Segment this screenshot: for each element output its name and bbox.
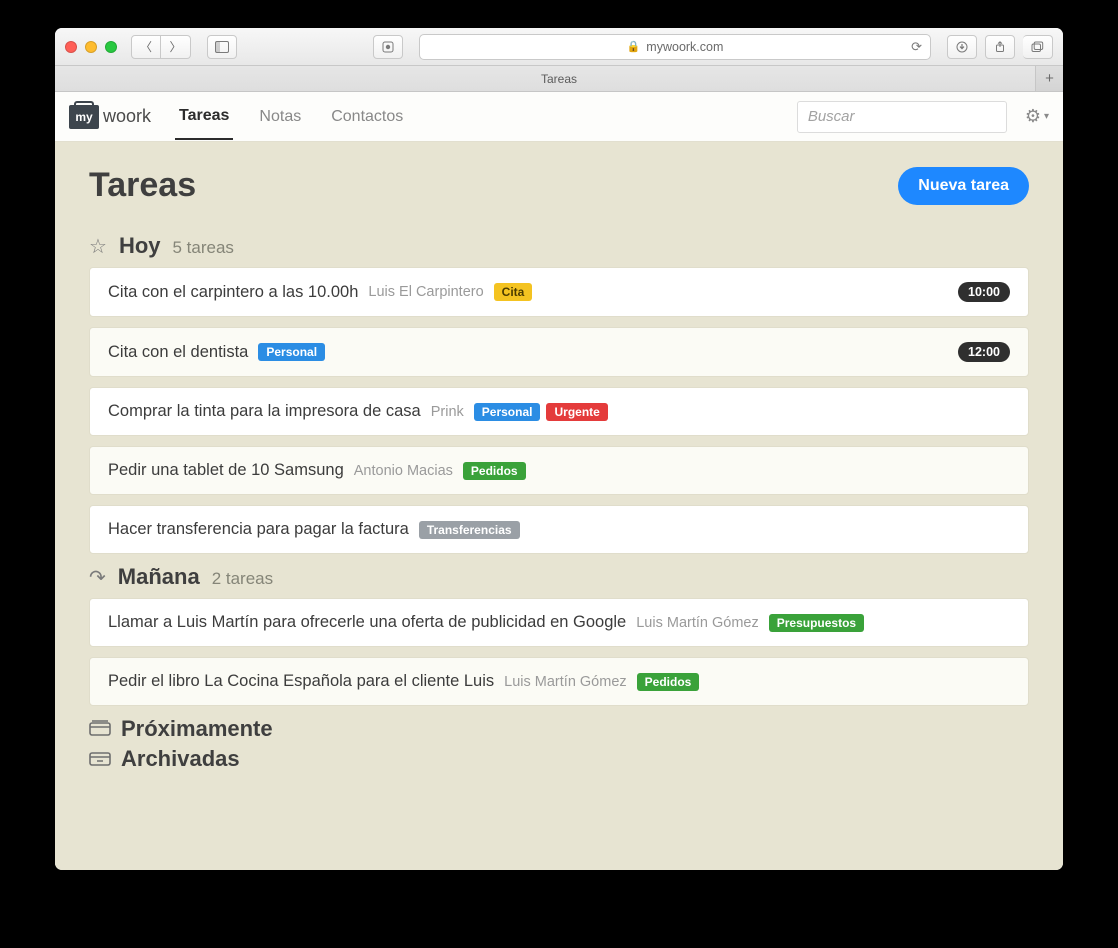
task-subtitle: Luis Martín Gómez	[636, 615, 759, 631]
section-count-today: 5 tareas	[173, 238, 234, 258]
section-upcoming[interactable]: Próximamente	[89, 716, 1029, 742]
new-tab-button[interactable]: +	[1035, 66, 1063, 91]
forward-button[interactable]: 〉	[161, 35, 191, 59]
task-tags: Cita	[494, 283, 533, 301]
tab-title[interactable]: Tareas	[541, 72, 577, 86]
browser-titlebar: 〈 〉 🔒 mywoork.com ⟳	[55, 28, 1063, 66]
task-title: Pedir el libro La Cocina Española para e…	[108, 672, 494, 691]
tabs-overview-button[interactable]	[1023, 35, 1053, 59]
task-tags: Transferencias	[419, 521, 520, 539]
section-archived[interactable]: Archivadas	[89, 746, 1029, 772]
task-row[interactable]: Comprar la tinta para la impresora de ca…	[89, 387, 1029, 436]
browser-window: 〈 〉 🔒 mywoork.com ⟳ Tareas	[55, 28, 1063, 870]
star-icon: ☆	[89, 234, 107, 259]
section-archived-title: Archivadas	[121, 746, 240, 772]
tag: Pedidos	[637, 673, 700, 691]
tag: Transferencias	[419, 521, 520, 539]
task-list-tomorrow: Llamar a Luis Martín para ofrecerle una …	[89, 598, 1029, 706]
section-title-today: Hoy	[119, 233, 161, 259]
reader-button[interactable]	[373, 35, 403, 59]
logo-badge: my	[69, 105, 99, 129]
window-controls	[65, 41, 117, 53]
task-time: 10:00	[958, 282, 1010, 302]
page-title: Tareas	[89, 166, 196, 205]
reload-icon[interactable]: ⟳	[911, 39, 922, 55]
task-tags: Pedidos	[637, 673, 700, 691]
task-row[interactable]: Pedir una tablet de 10 Samsung Antonio Ma…	[89, 446, 1029, 495]
address-bar[interactable]: 🔒 mywoork.com ⟳	[419, 34, 931, 60]
task-row[interactable]: Llamar a Luis Martín para ofrecerle una …	[89, 598, 1029, 647]
section-header-today: ☆ Hoy 5 tareas	[89, 233, 1029, 259]
gear-icon: ⚙	[1025, 106, 1041, 127]
tag: Urgente	[546, 403, 607, 421]
new-task-button[interactable]: Nueva tarea	[898, 167, 1029, 205]
task-tags: Presupuestos	[769, 614, 864, 632]
tag: Presupuestos	[769, 614, 864, 632]
browser-tabbar: Tareas +	[55, 66, 1063, 92]
task-title: Pedir una tablet de 10 Samsung	[108, 461, 344, 480]
task-title: Comprar la tinta para la impresora de ca…	[108, 402, 421, 421]
chevron-down-icon: ▾	[1044, 111, 1049, 122]
tag: Personal	[474, 403, 541, 421]
task-title: Hacer transferencia para pagar la factur…	[108, 520, 409, 539]
task-subtitle: Luis El Carpintero	[368, 284, 483, 300]
app-navbar: my woork Tareas Notas Contactos ⚙ ▾	[55, 92, 1063, 142]
minimize-window[interactable]	[85, 41, 97, 53]
nav-tabs: Tareas Notas Contactos	[175, 94, 407, 140]
back-button[interactable]: 〈	[131, 35, 161, 59]
section-header-tomorrow: ↷ Mañana 2 tareas	[89, 564, 1029, 590]
task-tags: Personal	[258, 343, 325, 361]
toolbar-right	[947, 35, 1053, 59]
sidebar-toggle[interactable]	[207, 35, 237, 59]
settings-menu[interactable]: ⚙ ▾	[1025, 106, 1049, 127]
page-header: Tareas Nueva tarea	[89, 166, 1029, 205]
nav-tab-contactos[interactable]: Contactos	[327, 95, 407, 139]
downloads-button[interactable]	[947, 35, 977, 59]
close-window[interactable]	[65, 41, 77, 53]
section-title-tomorrow: Mañana	[118, 564, 200, 590]
task-row[interactable]: Cita con el carpintero a las 10.00h Luis …	[89, 267, 1029, 317]
logo-text: woork	[103, 106, 151, 127]
url-host: mywoork.com	[646, 40, 723, 54]
task-title: Llamar a Luis Martín para ofrecerle una …	[108, 613, 626, 632]
tag: Cita	[494, 283, 533, 301]
task-subtitle: Antonio Macias	[354, 463, 453, 479]
task-subtitle: Prink	[431, 404, 464, 420]
task-tags: Pedidos	[463, 462, 526, 480]
search-input[interactable]	[797, 101, 1007, 133]
app: my woork Tareas Notas Contactos ⚙ ▾ Tare…	[55, 92, 1063, 870]
share-button[interactable]	[985, 35, 1015, 59]
tag: Pedidos	[463, 462, 526, 480]
nav-tab-notas[interactable]: Notas	[255, 95, 305, 139]
task-tags: Personal Urgente	[474, 403, 608, 421]
task-title: Cita con el carpintero a las 10.00h	[108, 283, 358, 302]
task-time: 12:00	[958, 342, 1010, 362]
task-row[interactable]: Pedir el libro La Cocina Española para e…	[89, 657, 1029, 706]
arrow-forward-icon: ↷	[89, 565, 106, 590]
lock-icon: 🔒	[627, 40, 641, 53]
nav-history-buttons: 〈 〉	[131, 35, 191, 59]
page: Tareas Nueva tarea ☆ Hoy 5 tareas Cita c…	[55, 142, 1063, 870]
section-count-tomorrow: 2 tareas	[212, 569, 273, 589]
task-list-today: Cita con el carpintero a las 10.00h Luis …	[89, 267, 1029, 554]
archive-icon	[89, 748, 111, 771]
nav-tab-tareas[interactable]: Tareas	[175, 94, 233, 140]
inbox-icon	[89, 718, 111, 741]
task-subtitle: Luis Martín Gómez	[504, 674, 627, 690]
section-upcoming-title: Próximamente	[121, 716, 273, 742]
task-title: Cita con el dentista	[108, 343, 248, 362]
app-logo[interactable]: my woork	[69, 105, 151, 129]
task-row[interactable]: Hacer transferencia para pagar la factur…	[89, 505, 1029, 554]
zoom-window[interactable]	[105, 41, 117, 53]
tag: Personal	[258, 343, 325, 361]
task-row[interactable]: Cita con el dentista Personal 12:00	[89, 327, 1029, 377]
